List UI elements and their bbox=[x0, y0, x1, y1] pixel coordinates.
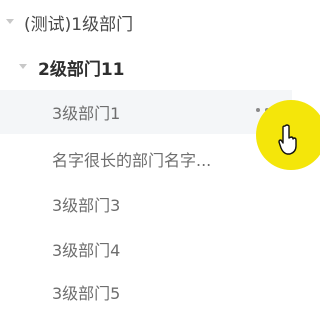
tree-node-label: (测试)1级部门 bbox=[24, 15, 134, 35]
tree-node-label: 3级部门3 bbox=[52, 196, 121, 215]
caret-down-icon[interactable] bbox=[6, 19, 14, 24]
caret-down-icon[interactable] bbox=[19, 64, 27, 69]
tree-node-label: 2级部门11 bbox=[38, 60, 125, 80]
department-tree: (测试)1级部门 2级部门11 3级部门1 名字很长的部门名字... 3级部门3… bbox=[0, 0, 320, 324]
tree-node-level2[interactable]: 2级部门11 bbox=[0, 45, 292, 89]
tree-node-label: 3级部门1 bbox=[52, 104, 121, 123]
tree-node-child-3[interactable]: 3级部门3 bbox=[0, 180, 292, 224]
tree-node-child-5[interactable]: 3级部门5 bbox=[0, 270, 292, 314]
tree-node-label: 名字很长的部门名字... bbox=[52, 151, 212, 170]
hand-pointer-icon bbox=[278, 124, 297, 155]
tree-node-label: 3级部门5 bbox=[52, 284, 121, 303]
tree-node-child-1[interactable]: 3级部门1 bbox=[0, 90, 292, 134]
tree-node-child-2[interactable]: 名字很长的部门名字... bbox=[0, 135, 292, 179]
tree-node-root[interactable]: (测试)1级部门 bbox=[0, 0, 292, 44]
tree-node-child-4[interactable]: 3级部门4 bbox=[0, 225, 292, 269]
tree-node-label: 3级部门4 bbox=[52, 241, 121, 260]
